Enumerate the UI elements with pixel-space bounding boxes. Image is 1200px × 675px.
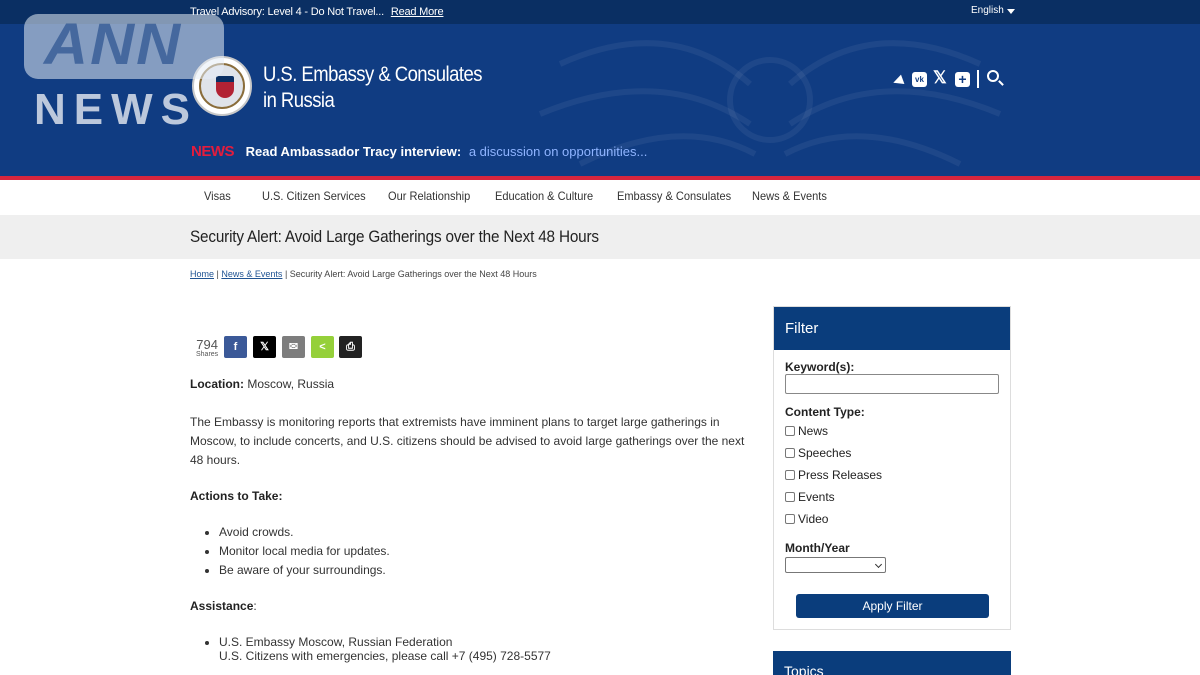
print-share-button[interactable]: ⎙ bbox=[339, 336, 362, 358]
checkbox-label: Events bbox=[798, 490, 835, 504]
breadcrumb-home[interactable]: Home bbox=[190, 269, 214, 279]
checkbox-events[interactable]: Events bbox=[785, 490, 835, 504]
location-label: Location: bbox=[190, 377, 244, 391]
main-nav: Visas U.S. Citizen Services Our Relation… bbox=[0, 180, 1200, 214]
checkbox-speeches[interactable]: Speeches bbox=[785, 446, 851, 460]
checkbox-label: Speeches bbox=[798, 446, 852, 460]
nav-item-citizen-services[interactable]: U.S. Citizen Services bbox=[262, 189, 366, 203]
paragraph-line: Moscow, to include concerts, and U.S. ci… bbox=[190, 434, 745, 448]
site-title-line1: U.S. Embassy & Consulates bbox=[263, 63, 482, 86]
sharethis-share-button[interactable]: < bbox=[311, 336, 334, 358]
assistance-list: U.S. Embassy Moscow, Russian Federation … bbox=[205, 635, 551, 663]
title-band: Security Alert: Avoid Large Gatherings o… bbox=[0, 215, 1200, 259]
breadcrumb-separator: | bbox=[216, 269, 219, 279]
page-title: Security Alert: Avoid Large Gatherings o… bbox=[190, 227, 599, 246]
share-count: 794 Shares bbox=[196, 338, 218, 359]
location-line: Location: Moscow, Russia bbox=[190, 375, 334, 394]
email-share-button[interactable]: ✉ bbox=[282, 336, 305, 358]
actions-heading-text: Actions to Take: bbox=[190, 489, 283, 503]
filter-heading: Filter bbox=[774, 307, 1010, 350]
paragraph-line: 48 hours. bbox=[190, 453, 241, 467]
icon-divider bbox=[977, 70, 979, 88]
list-item: Avoid crowds. bbox=[219, 525, 390, 544]
chevron-down-icon[interactable] bbox=[1007, 9, 1015, 14]
paragraph-line: The Embassy is monitoring reports that e… bbox=[190, 415, 720, 429]
assistance-line: U.S. Citizens with emergencies, please c… bbox=[219, 649, 551, 663]
checkbox-news[interactable]: News bbox=[785, 424, 828, 438]
nav-item-visas[interactable]: Visas bbox=[204, 189, 231, 203]
filter-panel: Filter Keyword(s): Content Type: News Sp… bbox=[773, 306, 1011, 630]
checkbox-box[interactable] bbox=[785, 492, 795, 502]
checkbox-label: Video bbox=[798, 512, 829, 526]
checkbox-box[interactable] bbox=[785, 514, 795, 524]
travel-advisory-text: Travel Advisory: Level 4 - Do Not Travel… bbox=[190, 6, 384, 18]
news-tag: NEWS bbox=[191, 143, 235, 160]
breadcrumb: Home | News & Events | Security Alert: A… bbox=[190, 269, 537, 279]
travel-advisory: Travel Advisory: Level 4 - Do Not Travel… bbox=[190, 6, 444, 18]
assistance-heading-text: Assistance bbox=[190, 599, 254, 613]
list-item: Be aware of your surroundings. bbox=[219, 563, 390, 582]
checkbox-label: News bbox=[798, 424, 829, 438]
nav-item-education-culture[interactable]: Education & Culture bbox=[495, 189, 593, 203]
x-share-button[interactable]: 𝕏 bbox=[253, 336, 276, 358]
article-paragraph: The Embassy is monitoring reports that e… bbox=[190, 413, 744, 470]
topics-heading: Topics bbox=[773, 651, 1011, 675]
vk-icon[interactable]: vk bbox=[912, 72, 927, 87]
assistance-heading: Assistance: bbox=[190, 597, 257, 616]
checkbox-box[interactable] bbox=[785, 470, 795, 480]
nav-item-embassy-consulates[interactable]: Embassy & Consulates bbox=[617, 189, 731, 203]
breadcrumb-separator: | bbox=[284, 269, 288, 279]
nav-item-news-events[interactable]: News & Events bbox=[752, 189, 827, 203]
share-count-label: Shares bbox=[196, 351, 219, 358]
list-item: Monitor local media for updates. bbox=[219, 544, 390, 563]
share-count-number: 794 bbox=[196, 337, 218, 352]
assistance-line: U.S. Embassy Moscow, Russian Federation bbox=[219, 635, 453, 649]
checkbox-box[interactable] bbox=[785, 448, 795, 458]
actions-heading: Actions to Take: bbox=[190, 487, 282, 506]
nav-item-our-relationship[interactable]: Our Relationship bbox=[388, 189, 470, 203]
eagle-shield-icon bbox=[216, 76, 234, 98]
facebook-share-button[interactable]: f bbox=[224, 336, 247, 358]
x-icon[interactable]: 𝕏 bbox=[933, 69, 947, 87]
keyword-input[interactable] bbox=[785, 374, 999, 394]
assistance-colon: : bbox=[253, 599, 257, 613]
ann-watermark: ANN bbox=[44, 12, 183, 77]
checkbox-video[interactable]: Video bbox=[785, 512, 828, 526]
site-title[interactable]: U.S. Embassy & Consulates in Russia bbox=[263, 62, 482, 114]
language-selector[interactable]: English bbox=[971, 5, 1004, 16]
month-year-select[interactable] bbox=[785, 557, 886, 573]
news-watermark: NEWS bbox=[34, 85, 198, 134]
month-year-label: Month/Year bbox=[785, 541, 850, 555]
breadcrumb-current: Security Alert: Avoid Large Gatherings o… bbox=[289, 269, 537, 279]
chevron-down-icon bbox=[874, 560, 883, 569]
site-title-line2: in Russia bbox=[263, 89, 335, 112]
ticker-lead: Read Ambassador Tracy interview: bbox=[245, 144, 462, 159]
apply-filter-button[interactable]: Apply Filter bbox=[796, 594, 989, 618]
actions-list: Avoid crowds. Monitor local media for up… bbox=[205, 525, 390, 582]
plus-icon[interactable]: + bbox=[955, 72, 970, 87]
checkbox-press-releases[interactable]: Press Releases bbox=[785, 468, 882, 482]
checkbox-label: Press Releases bbox=[798, 468, 883, 482]
read-more-link[interactable]: Read More bbox=[391, 6, 444, 18]
list-item: U.S. Embassy Moscow, Russian Federation … bbox=[219, 635, 551, 663]
content-type-label: Content Type: bbox=[785, 405, 865, 419]
search-icon[interactable] bbox=[987, 70, 999, 82]
news-ticker: NEWS Read Ambassador Tracy interview: a … bbox=[191, 143, 647, 160]
keyword-label: Keyword(s): bbox=[785, 360, 855, 374]
location-value: Moscow, Russia bbox=[247, 377, 335, 391]
breadcrumb-news-events[interactable]: News & Events bbox=[221, 269, 282, 279]
ticker-link[interactable]: a discussion on opportunities... bbox=[469, 144, 648, 159]
checkbox-box[interactable] bbox=[785, 426, 795, 436]
